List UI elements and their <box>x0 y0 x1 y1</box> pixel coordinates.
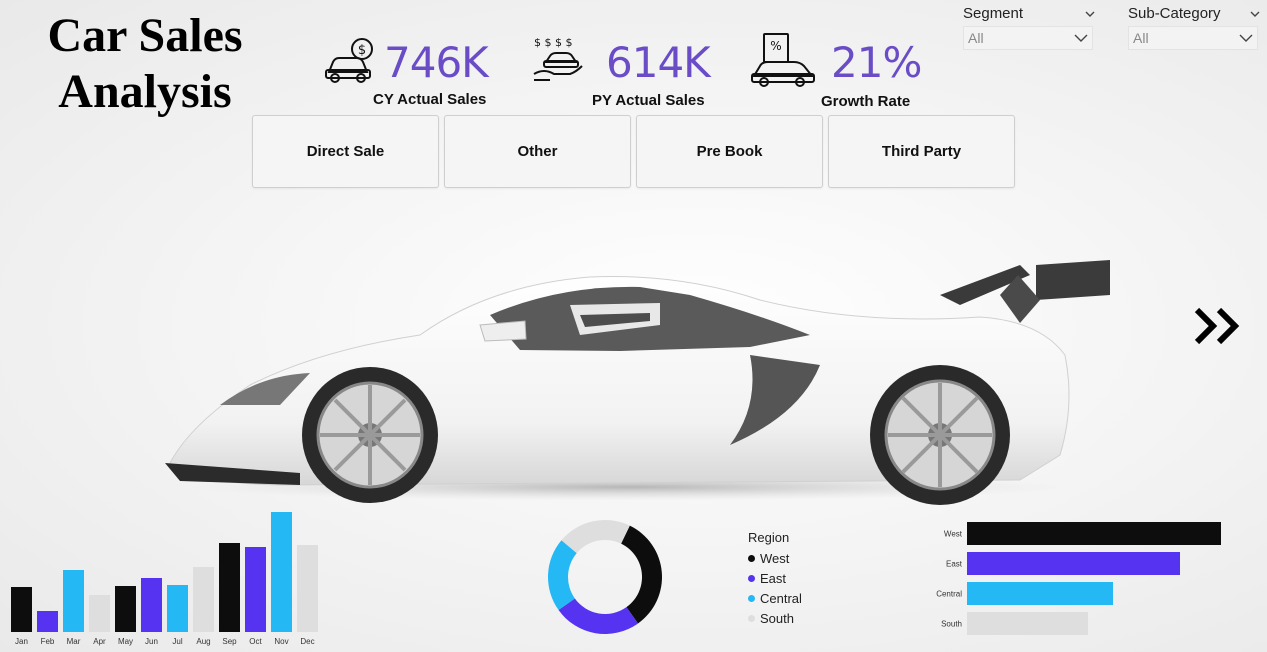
chevron-down-icon[interactable] <box>1085 9 1095 19</box>
legend-item-west[interactable]: West <box>748 548 802 568</box>
py-sales-value: 614K <box>606 38 711 87</box>
legend-dot <box>748 574 755 582</box>
svg-text:$: $ <box>358 43 366 58</box>
bar-sep[interactable] <box>219 543 240 632</box>
monthly-sales-bar-chart: Jan Feb Mar Apr May Jun Jul Aug Sep Oct Nov Dec <box>11 512 318 646</box>
y-tick-label: South <box>941 620 962 629</box>
page-title: Car Sales Analysis <box>20 8 270 120</box>
legend-item-central[interactable]: Central <box>748 588 802 608</box>
title-line-1: Car Sales <box>47 9 243 62</box>
growth-rate-value: 21% <box>831 38 922 87</box>
bar-oct[interactable] <box>245 547 266 632</box>
x-tick-label: Mar <box>67 637 81 646</box>
title-line-2: Analysis <box>58 65 232 118</box>
double-chevron-right-icon[interactable] <box>1193 306 1247 346</box>
donut-slice-central[interactable] <box>548 540 577 611</box>
direct-sale-button[interactable]: Direct Sale <box>252 115 439 188</box>
bar-jan[interactable] <box>11 587 32 632</box>
legend-dot <box>748 594 755 602</box>
cy-sales-label: CY Actual Sales <box>373 91 487 108</box>
x-tick-label: Apr <box>93 637 106 646</box>
x-tick-label: Jun <box>145 637 158 646</box>
x-tick-label: Feb <box>41 637 55 646</box>
car-money-icon: $ <box>325 38 373 83</box>
x-tick-label: May <box>118 637 133 646</box>
x-tick-label: Jul <box>172 637 182 646</box>
subcategory-dropdown[interactable]: All <box>1128 26 1258 50</box>
hand-car-money-icon: $ $ $ $ <box>533 36 583 81</box>
bar-jul[interactable] <box>167 585 188 632</box>
legend-label: East <box>760 570 787 586</box>
segment-dropdown[interactable]: All <box>963 26 1093 50</box>
bar-feb[interactable] <box>37 611 58 632</box>
third-party-button[interactable]: Third Party <box>828 115 1015 188</box>
bar-central[interactable] <box>967 582 1113 605</box>
x-tick-label: Dec <box>300 637 314 646</box>
chevron-down-icon <box>1074 34 1088 42</box>
bar-may[interactable] <box>115 586 136 632</box>
bar-south[interactable] <box>967 612 1088 635</box>
x-tick-label: Oct <box>249 637 262 646</box>
donut-slice-south[interactable] <box>561 520 630 554</box>
cy-sales-value: 746K <box>384 38 489 87</box>
legend-dot <box>748 614 755 622</box>
legend-title: Region <box>748 530 790 545</box>
y-tick-label: West <box>944 530 963 539</box>
bar-dec[interactable] <box>297 545 318 632</box>
legend-dot <box>748 554 755 562</box>
segment-slicer-title: Segment <box>963 5 1024 22</box>
other-button[interactable]: Other <box>444 115 631 188</box>
sports-car-image <box>165 260 1110 505</box>
region-sales-bar-chart: West East Central South <box>936 522 1221 635</box>
chevron-down-icon <box>1239 34 1253 42</box>
bar-mar[interactable] <box>63 570 84 632</box>
bar-nov[interactable] <box>271 512 292 632</box>
legend-item-east[interactable]: East <box>748 568 802 588</box>
car-document-percent-icon: % <box>751 33 815 87</box>
x-tick-label: Sep <box>222 637 237 646</box>
bar-apr[interactable] <box>89 595 110 632</box>
pre-book-button[interactable]: Pre Book <box>636 115 823 188</box>
donut-slice-east[interactable] <box>558 598 639 634</box>
subcategory-slicer-title: Sub-Category <box>1128 5 1221 22</box>
subcategory-slicer: Sub-Category All <box>1128 5 1260 50</box>
chevron-down-icon[interactable] <box>1250 9 1260 19</box>
subcategory-dropdown-value: All <box>1133 30 1149 46</box>
y-tick-label: Central <box>936 590 962 599</box>
bar-east[interactable] <box>967 552 1180 575</box>
region-legend: Region West East Central South <box>748 530 802 628</box>
legend-item-south[interactable]: South <box>748 608 802 628</box>
svg-text:$ $ $ $: $ $ $ $ <box>534 36 572 49</box>
segment-dropdown-value: All <box>968 30 984 46</box>
growth-rate-label: Growth Rate <box>821 93 911 110</box>
bar-aug[interactable] <box>193 567 214 632</box>
bar-west[interactable] <box>967 522 1221 545</box>
legend-label: Central <box>760 590 802 606</box>
x-tick-label: Nov <box>274 637 288 646</box>
region-donut-chart <box>548 520 662 634</box>
bar-jun[interactable] <box>141 578 162 632</box>
x-tick-label: Jan <box>15 637 28 646</box>
svg-text:%: % <box>770 39 781 53</box>
legend-label: South <box>760 610 794 626</box>
segment-slicer: Segment All <box>963 5 1095 50</box>
y-tick-label: East <box>946 560 963 569</box>
py-sales-label: PY Actual Sales <box>592 92 705 109</box>
x-tick-label: Aug <box>196 637 210 646</box>
legend-label: West <box>760 550 790 566</box>
